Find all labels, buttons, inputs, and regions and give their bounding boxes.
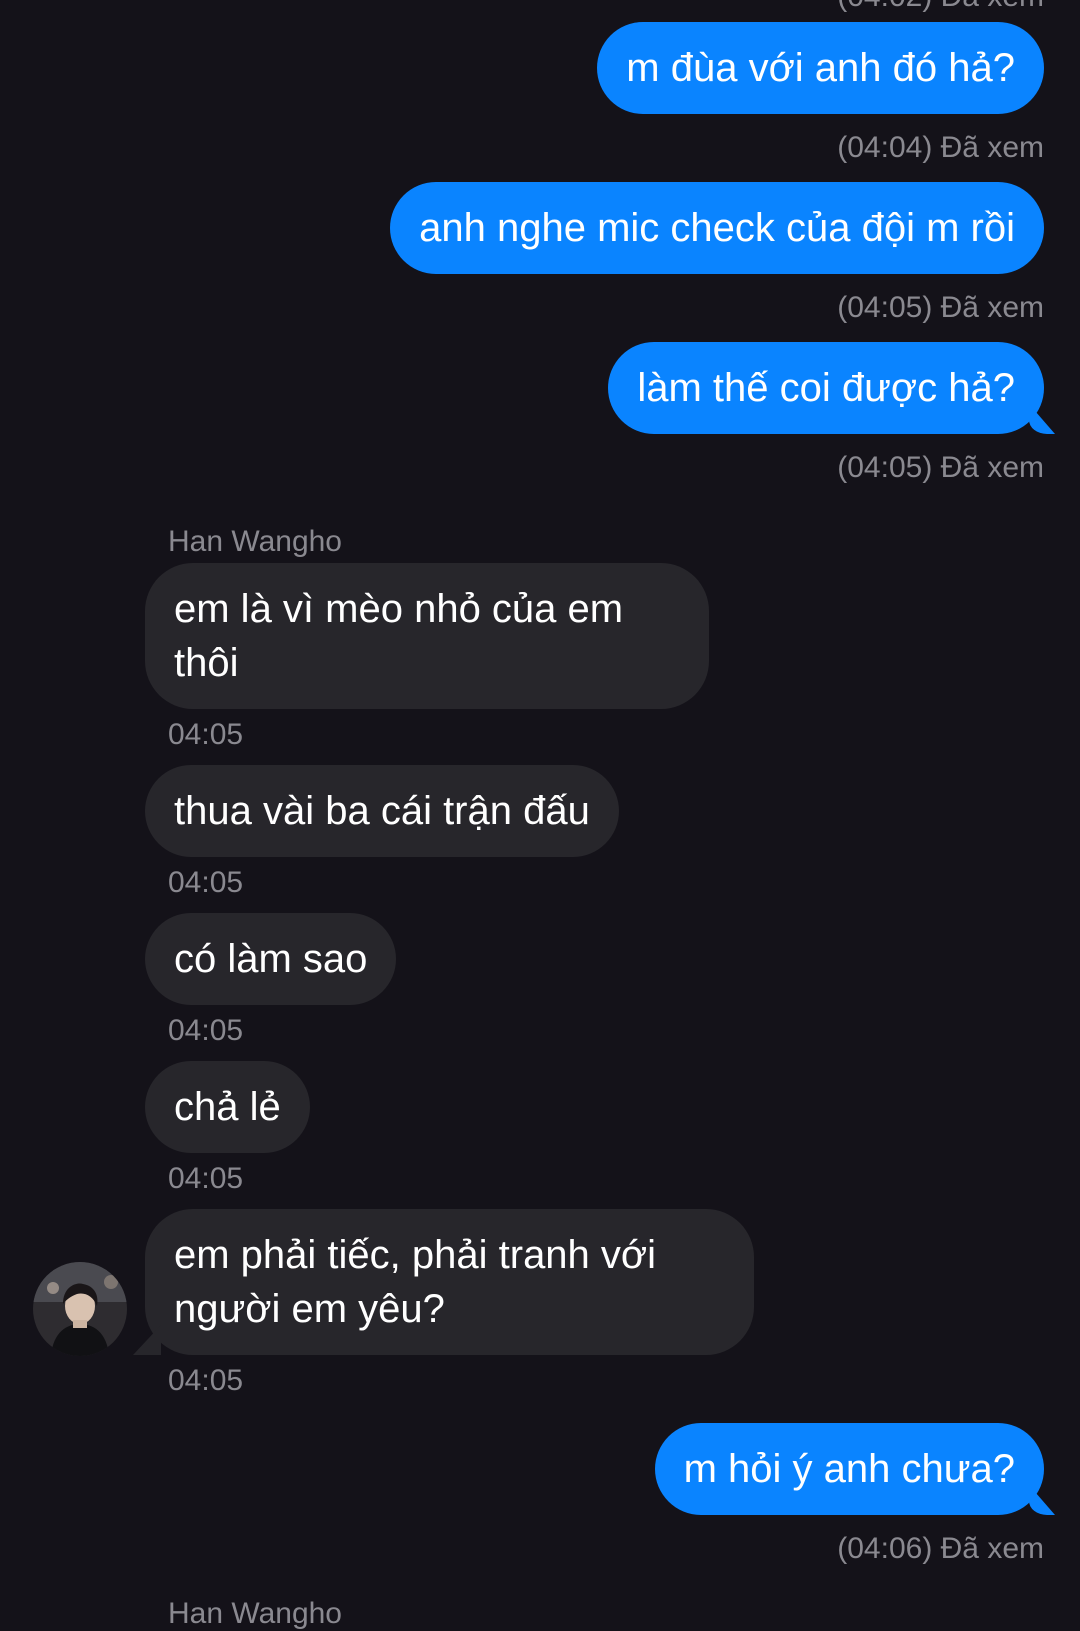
message-time: 04:05 bbox=[168, 1364, 244, 1397]
sender-name-cut: Han Wangho bbox=[168, 1597, 342, 1630]
incoming-message-bubble[interactable]: em phải tiếc, phải tranh với người em yê… bbox=[145, 1209, 754, 1355]
incoming-message-bubble[interactable]: thua vài ba cái trận đấu bbox=[145, 765, 619, 857]
outgoing-message-bubble[interactable]: m hỏi ý anh chưa? bbox=[654, 1423, 1044, 1515]
incoming-message-bubble[interactable]: em là vì mèo nhỏ của em thôi bbox=[145, 563, 709, 709]
read-receipt: (04:06) Đã xem bbox=[837, 1532, 1044, 1565]
outgoing-message-bubble[interactable]: anh nghe mic check của đội m rồi bbox=[390, 182, 1044, 274]
outgoing-message-bubble[interactable]: m đùa với anh đó hả? bbox=[597, 22, 1044, 114]
read-receipt: (04:04) Đã xem bbox=[837, 131, 1044, 164]
message-time: 04:05 bbox=[168, 718, 244, 751]
contact-avatar[interactable] bbox=[33, 1262, 127, 1356]
message-time: 04:05 bbox=[168, 1162, 244, 1195]
outgoing-message-bubble[interactable]: làm thế coi được hả? bbox=[608, 342, 1044, 434]
read-receipt-cut: (04:02) Đã xem bbox=[837, 0, 1044, 14]
incoming-message-bubble[interactable]: chả lẻ bbox=[145, 1061, 310, 1153]
message-time: 04:05 bbox=[168, 866, 244, 899]
sender-name: Han Wangho bbox=[168, 525, 342, 558]
message-time: 04:05 bbox=[168, 1014, 244, 1047]
read-receipt: (04:05) Đã xem bbox=[837, 451, 1044, 484]
avatar-photo-icon bbox=[33, 1262, 127, 1356]
incoming-message-bubble[interactable]: có làm sao bbox=[145, 913, 397, 1005]
read-receipt: (04:05) Đã xem bbox=[837, 291, 1044, 324]
message-thread[interactable]: (04:02) Đã xem m đùa với anh đó hả? (04:… bbox=[0, 0, 1080, 1630]
